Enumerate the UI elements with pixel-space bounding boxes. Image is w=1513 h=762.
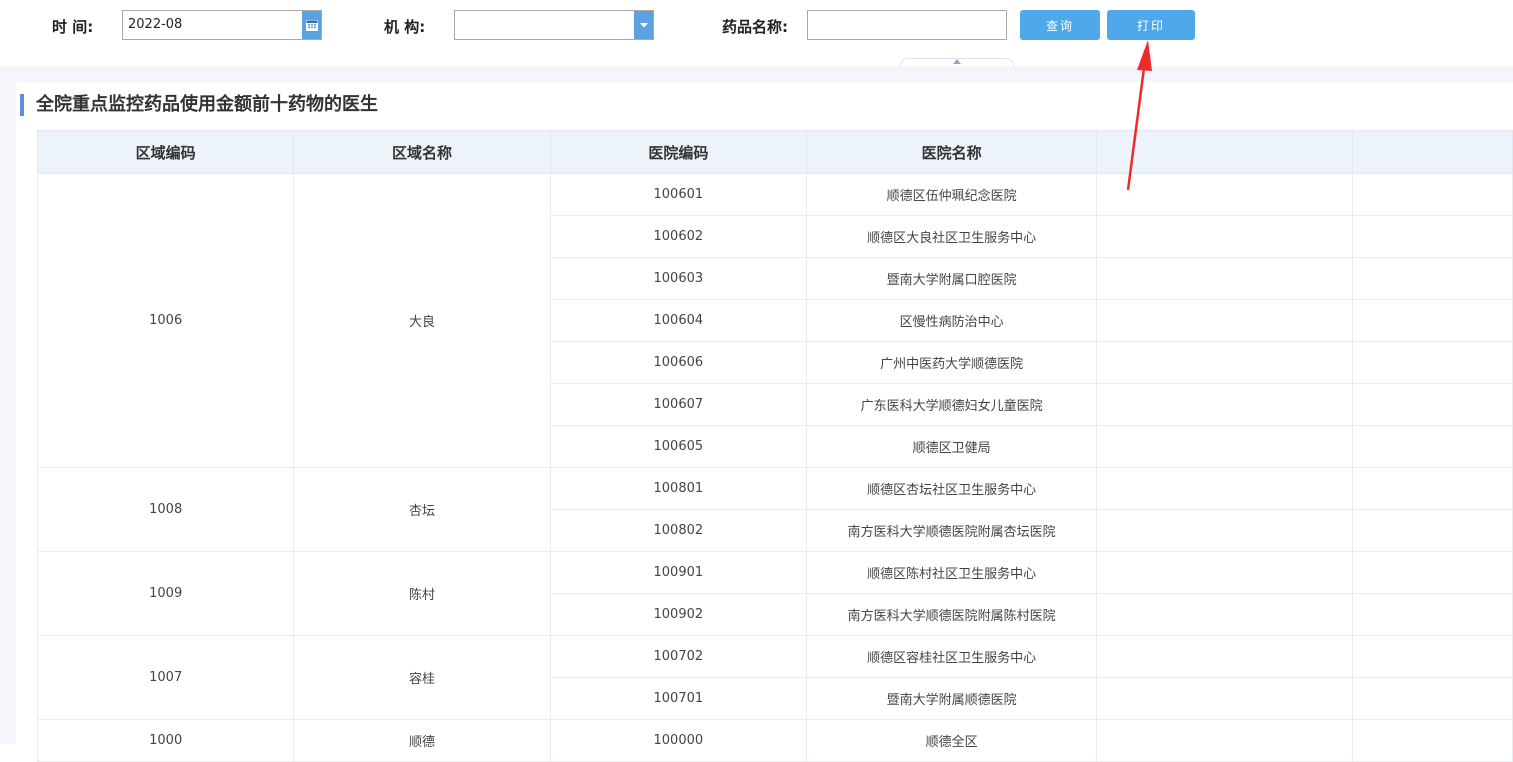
area-code-cell: 1000 [36, 719, 295, 762]
header-extra-2 [1352, 130, 1513, 174]
empty-cell [1096, 257, 1354, 300]
empty-cell [1096, 425, 1354, 468]
hospital-code-cell: 100605 [549, 425, 808, 468]
hospital-name-cell: 顺德区卫健局 [806, 425, 1098, 468]
empty-cell [1352, 467, 1513, 510]
empty-cell [1352, 677, 1513, 720]
hospital-code-cell: 100702 [549, 635, 808, 678]
header-hospital-name: 医院名称 [806, 130, 1098, 174]
hospital-name-cell: 区慢性病防治中心 [806, 299, 1098, 342]
empty-cell [1096, 215, 1354, 258]
area-code-cell: 1008 [36, 467, 295, 552]
hospital-code-cell: 100601 [549, 173, 808, 216]
empty-cell [1352, 215, 1513, 258]
chevron-down-icon[interactable] [634, 11, 653, 39]
chevron-up-icon [953, 59, 961, 64]
empty-cell [1096, 509, 1354, 552]
org-label: 机 构: [384, 18, 426, 36]
hospital-name-cell: 顺德区容桂社区卫生服务中心 [806, 635, 1098, 678]
calendar-icon[interactable] [302, 11, 321, 39]
time-field[interactable]: 2022-08 [122, 10, 322, 40]
empty-cell [1352, 719, 1513, 762]
hospital-code-cell: 100604 [549, 299, 808, 342]
area-name-cell: 陈村 [293, 551, 551, 636]
hospital-name-cell: 顺德区大良社区卫生服务中心 [806, 215, 1098, 258]
empty-cell [1352, 383, 1513, 426]
empty-cell [1096, 677, 1354, 720]
area-code-cell: 1009 [36, 551, 295, 636]
hospital-name-cell: 顺德区陈村社区卫生服务中心 [806, 551, 1098, 594]
empty-cell [1096, 467, 1354, 510]
empty-cell [1352, 299, 1513, 342]
empty-cell [1096, 719, 1354, 762]
hospital-code-cell: 100602 [549, 215, 808, 258]
table-row: 1006 大良 100601 顺德区伍仲珮纪念医院 [36, 173, 1513, 468]
empty-cell [1352, 425, 1513, 468]
empty-cell [1096, 635, 1354, 678]
print-button[interactable]: 打印 [1107, 10, 1195, 40]
hospital-name-cell: 暨南大学附属顺德医院 [806, 677, 1098, 720]
drug-name-input[interactable] [807, 10, 1007, 40]
header-area-code: 区域编码 [36, 130, 295, 174]
hospital-code-cell: 100607 [549, 383, 808, 426]
org-select[interactable] [454, 10, 654, 40]
hospital-code-cell: 100603 [549, 257, 808, 300]
empty-cell [1352, 593, 1513, 636]
empty-cell [1096, 593, 1354, 636]
hospital-code-cell: 100902 [549, 593, 808, 636]
hospital-name-cell: 顺德区伍仲珮纪念医院 [806, 173, 1098, 216]
empty-cell [1352, 509, 1513, 552]
table-row: 1000 顺德 100000 顺德全区 [36, 719, 1513, 762]
hospital-name-cell: 顺德全区 [806, 719, 1098, 762]
hospital-code-cell: 100802 [549, 509, 808, 552]
area-code-cell: 1006 [36, 173, 295, 468]
hospital-code-cell: 100901 [549, 551, 808, 594]
table-row: 1008 杏坛 100801 顺德区杏坛社区卫生服务中心 [36, 467, 1513, 552]
hospital-name-cell: 暨南大学附属口腔医院 [806, 257, 1098, 300]
empty-cell [1352, 551, 1513, 594]
hospital-name-cell: 南方医科大学顺德医院附属杏坛医院 [806, 509, 1098, 552]
hospital-code-cell: 100606 [549, 341, 808, 384]
area-name-cell: 大良 [293, 173, 551, 468]
time-value: 2022-08 [128, 17, 183, 32]
area-name-cell: 杏坛 [293, 467, 551, 552]
collapse-toggle[interactable] [900, 58, 1014, 66]
hospital-name-cell: 广东医科大学顺德妇女儿童医院 [806, 383, 1098, 426]
drug-label: 药品名称: [722, 18, 788, 36]
hospital-name-cell: 广州中医药大学顺德医院 [806, 341, 1098, 384]
time-label: 时 间: [52, 18, 94, 36]
empty-cell [1352, 635, 1513, 678]
table-header-row: 区域编码 区域名称 医院编码 医院名称 [36, 130, 1513, 174]
filter-toolbar: 时 间: 2022-08 机 构: 药品名称: 查询 打印 [0, 0, 1513, 66]
section-title: 全院重点监控药品使用金额前十药物的医生 [20, 94, 378, 116]
empty-cell [1096, 383, 1354, 426]
header-area-name: 区域名称 [293, 130, 551, 174]
empty-cell [1096, 551, 1354, 594]
table-row: 1009 陈村 100901 顺德区陈村社区卫生服务中心 [36, 551, 1513, 636]
header-hospital-code: 医院编码 [549, 130, 808, 174]
header-extra-1 [1096, 130, 1354, 174]
table-row: 1007 容桂 100702 顺德区容桂社区卫生服务中心 [36, 635, 1513, 720]
area-name-cell: 容桂 [293, 635, 551, 720]
empty-cell [1096, 299, 1354, 342]
table-body: 1006 大良 100601 顺德区伍仲珮纪念医院 100602 顺德区大良社区卫生服务中… [36, 173, 1513, 762]
hospital-name-cell: 南方医科大学顺德医院附属陈村医院 [806, 593, 1098, 636]
report-table: 区域编码 区域名称 医院编码 医院名称 1006 大良 100601 顺德区伍仲珮纪念… [36, 130, 1513, 762]
empty-cell [1352, 257, 1513, 300]
area-code-cell: 1007 [36, 635, 295, 720]
hospital-name-cell: 顺德区杏坛社区卫生服务中心 [806, 467, 1098, 510]
hospital-code-cell: 100701 [549, 677, 808, 720]
empty-cell [1352, 341, 1513, 384]
hospital-code-cell: 100000 [549, 719, 808, 762]
hospital-code-cell: 100801 [549, 467, 808, 510]
area-name-cell: 顺德 [293, 719, 551, 762]
empty-cell [1096, 341, 1354, 384]
empty-cell [1352, 173, 1513, 216]
empty-cell [1096, 173, 1354, 216]
query-button[interactable]: 查询 [1020, 10, 1100, 40]
